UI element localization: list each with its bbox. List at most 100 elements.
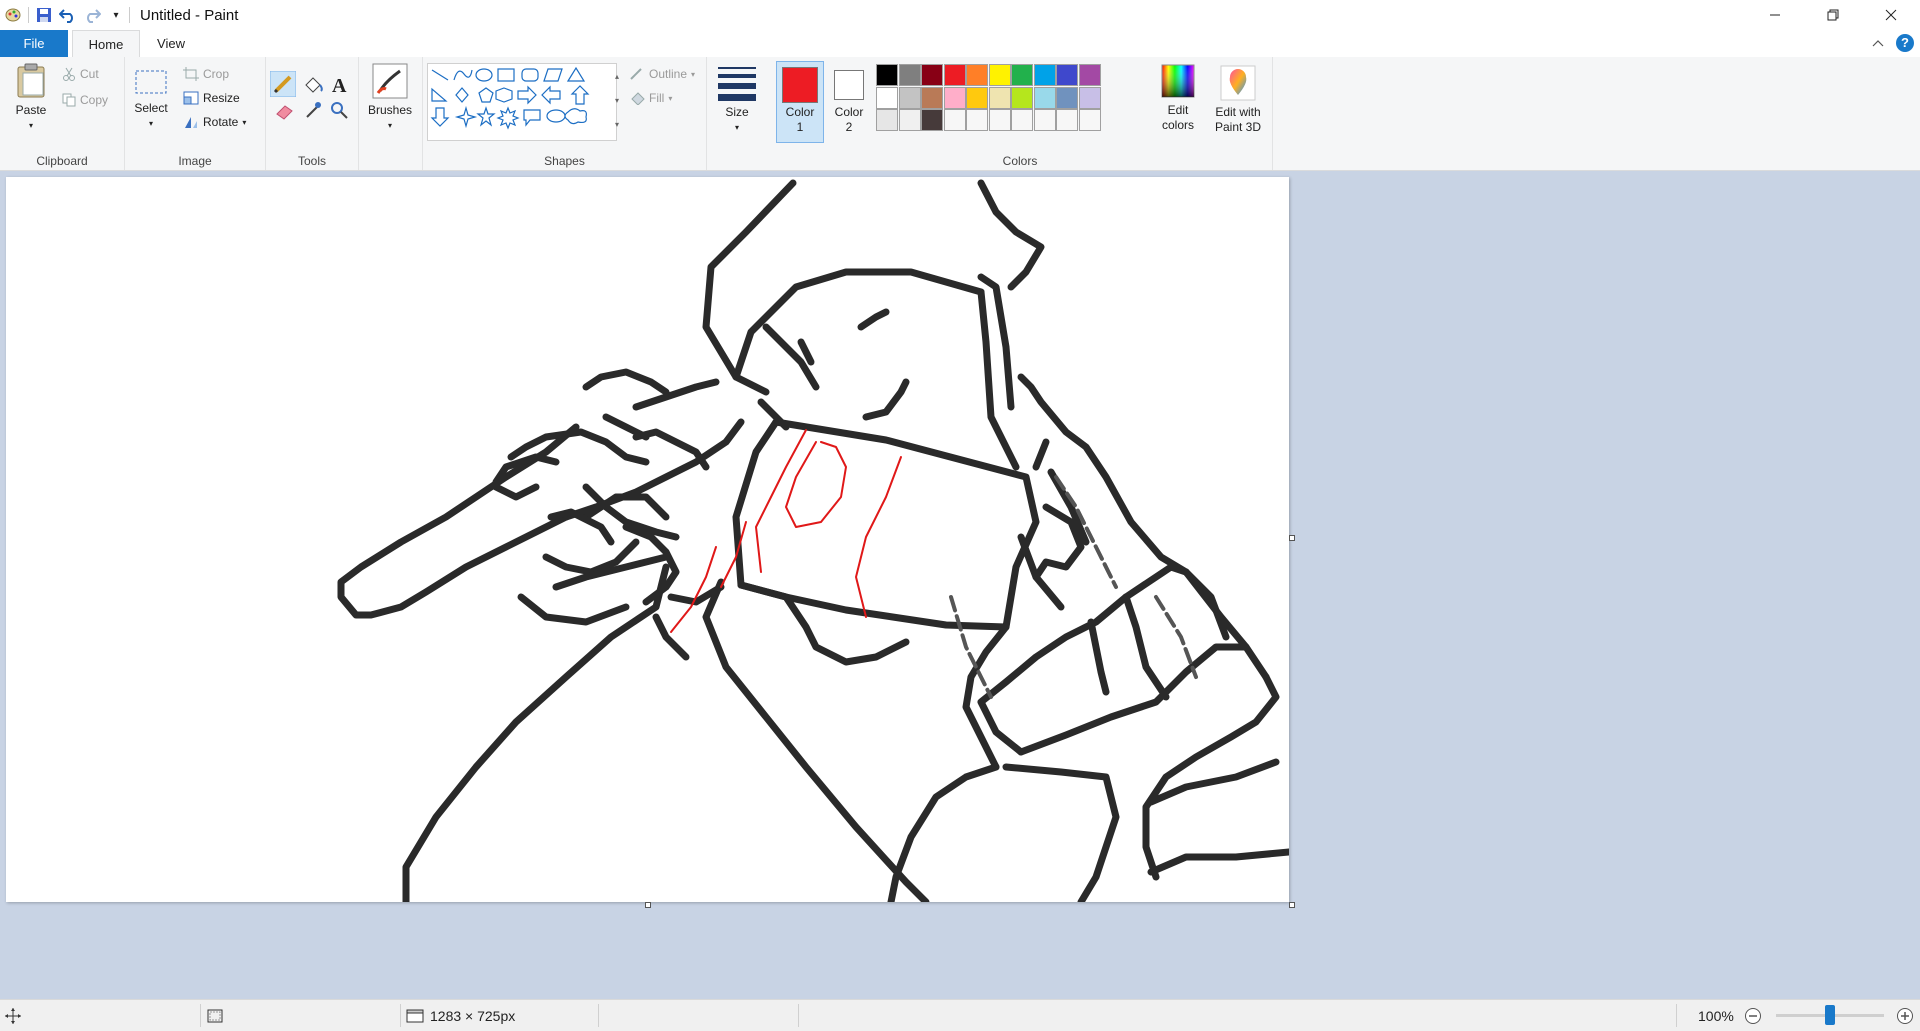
canvas-resize-handle-corner[interactable] (1289, 902, 1295, 908)
tab-file[interactable]: File (0, 30, 68, 57)
restore-button[interactable] (1804, 0, 1862, 30)
crop-icon (183, 67, 199, 81)
palette-swatch[interactable] (1056, 64, 1078, 86)
palette-swatch[interactable] (988, 86, 1011, 109)
drawing-canvas[interactable] (6, 177, 1289, 902)
select-button[interactable]: Select ▾ (131, 67, 171, 131)
palette-swatch[interactable] (966, 86, 988, 109)
palette-swatch[interactable] (1078, 64, 1101, 86)
zoom-slider[interactable] (1776, 1000, 1884, 1031)
pencil-icon[interactable] (270, 71, 296, 97)
palette-swatch[interactable] (1078, 109, 1101, 131)
palette-swatch[interactable] (1078, 86, 1101, 109)
brushes-button[interactable]: Brushes ▾ (365, 63, 415, 133)
palette-swatch[interactable] (876, 109, 898, 131)
outline-icon (630, 68, 642, 80)
palette-swatch[interactable] (943, 109, 966, 131)
palette-swatch[interactable] (943, 64, 966, 86)
tab-home[interactable]: Home (72, 30, 140, 59)
cursor-position-icon (4, 1000, 22, 1031)
palette-swatch[interactable] (1033, 109, 1056, 131)
color1-button[interactable]: Color 1 (776, 61, 824, 143)
canvas-resize-handle-right[interactable] (1289, 535, 1295, 541)
resize-button[interactable]: Resize (183, 91, 240, 105)
canvas-workspace[interactable] (0, 171, 1920, 999)
text-icon[interactable]: A (328, 73, 350, 95)
palette-swatch[interactable] (1011, 109, 1033, 131)
cut-button[interactable]: Cut (62, 67, 99, 81)
canvas-resize-handle-bottom[interactable] (645, 902, 651, 908)
palette-swatch[interactable] (876, 86, 898, 109)
collapse-ribbon-icon[interactable] (1872, 38, 1884, 48)
brushes-label: Brushes (367, 103, 413, 117)
rotate-button[interactable]: Rotate ▾ (183, 115, 246, 129)
size-button[interactable]: Size ▾ (712, 65, 762, 135)
color2-button[interactable]: Color 2 (826, 62, 872, 135)
shapes-gallery-icons[interactable] (428, 64, 616, 140)
palette-swatch[interactable] (966, 109, 988, 131)
shapes-group: ▴ ▾ ▾ Outline ▾ Fill ▾ Shapes (423, 57, 707, 170)
paste-dropdown-icon[interactable]: ▾ (8, 118, 54, 133)
color1-swatch (782, 67, 818, 103)
clipboard-group: Paste ▾ Cut Copy Clipboard (0, 57, 125, 170)
edit-with-paint3d-button[interactable]: Edit with Paint 3D (1208, 65, 1268, 135)
palette-swatch[interactable] (988, 64, 1011, 86)
palette-swatch[interactable] (1011, 64, 1033, 86)
undo-icon[interactable] (59, 6, 77, 24)
fill-dropdown-icon[interactable]: ▾ (668, 94, 672, 103)
save-icon[interactable] (35, 6, 53, 24)
help-icon[interactable]: ? (1896, 34, 1914, 52)
fill-button[interactable]: Fill ▾ (629, 91, 672, 105)
crop-button[interactable]: Crop (183, 67, 229, 81)
svg-text:A: A (332, 75, 347, 95)
palette-swatch[interactable] (988, 109, 1011, 131)
palette-swatch[interactable] (898, 109, 921, 131)
zoom-slider-thumb[interactable] (1825, 1005, 1835, 1025)
paint-app-icon[interactable] (4, 6, 22, 24)
window-controls (1746, 0, 1920, 30)
zoom-out-button[interactable] (1744, 1000, 1762, 1031)
minimize-button[interactable] (1746, 0, 1804, 30)
brushes-dropdown-icon[interactable]: ▾ (365, 118, 415, 133)
tab-view[interactable]: View (142, 30, 200, 57)
qat-divider (28, 7, 29, 23)
cut-label: Cut (80, 67, 99, 81)
palette-swatch[interactable] (898, 86, 921, 109)
eraser-icon[interactable] (274, 99, 296, 121)
edit-colors-label-line1: Edit (1167, 103, 1189, 117)
palette-swatch[interactable] (1033, 86, 1056, 109)
magnifier-icon[interactable] (328, 99, 350, 121)
paint3d-label-line1: Edit with (1215, 105, 1261, 119)
resize-label: Resize (203, 91, 240, 105)
outline-dropdown-icon[interactable]: ▾ (691, 70, 695, 79)
palette-swatch[interactable] (898, 64, 921, 86)
shapes-scroll[interactable]: ▴ ▾ ▾ (615, 65, 619, 137)
outline-button[interactable]: Outline ▾ (629, 67, 695, 81)
colors-group: Color 1 Color 2 Edit colors Colors (768, 57, 1273, 170)
palette-swatch[interactable] (943, 86, 966, 109)
palette-swatch[interactable] (966, 64, 988, 86)
select-dropdown-icon[interactable]: ▾ (131, 116, 171, 131)
copy-label: Copy (80, 93, 109, 107)
palette-swatch[interactable] (921, 64, 943, 86)
palette-swatch[interactable] (1056, 86, 1078, 109)
fill-bucket-icon[interactable] (302, 73, 324, 95)
rotate-dropdown-icon[interactable]: ▾ (242, 118, 246, 127)
paste-button[interactable]: Paste ▾ (8, 63, 54, 133)
palette-swatch[interactable] (876, 64, 898, 86)
palette-swatch[interactable] (921, 86, 943, 109)
redo-icon[interactable] (83, 6, 101, 24)
palette-swatch[interactable] (1011, 86, 1033, 109)
close-button[interactable] (1862, 0, 1920, 30)
size-dropdown-icon[interactable]: ▾ (712, 120, 762, 135)
color-picker-icon[interactable] (302, 99, 324, 121)
crop-label: Crop (203, 67, 230, 81)
customize-qat-icon[interactable]: ▾ (107, 6, 125, 24)
color2-swatch (834, 70, 864, 100)
copy-button[interactable]: Copy (62, 93, 108, 107)
zoom-in-button[interactable] (1896, 1000, 1914, 1031)
palette-swatch[interactable] (921, 109, 943, 131)
palette-swatch[interactable] (1056, 109, 1078, 131)
palette-swatch[interactable] (1033, 64, 1056, 86)
edit-colors-button[interactable]: Edit colors (1152, 63, 1204, 133)
